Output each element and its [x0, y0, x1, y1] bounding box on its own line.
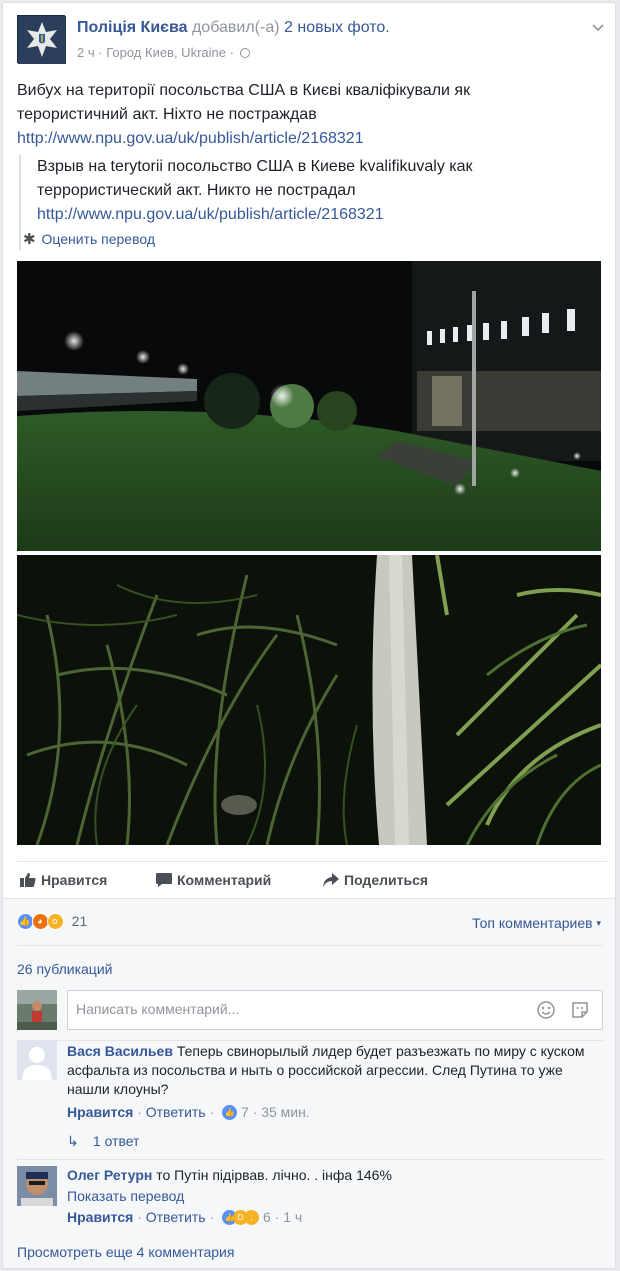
- like-reaction-icon: 👍: [222, 1105, 238, 1120]
- comment-like-link[interactable]: Нравится: [67, 1209, 133, 1225]
- police-star-icon: [18, 16, 66, 64]
- comment-label: Комментарий: [177, 872, 272, 888]
- shares-count[interactable]: 26 публикаций: [17, 961, 112, 977]
- chevron-down-icon[interactable]: [591, 21, 605, 35]
- comment-bubble-icon: [156, 873, 172, 887]
- meta-separator-2: ·: [229, 45, 234, 60]
- reaction-count: 21: [71, 913, 88, 929]
- comment-time[interactable]: 35 мин.: [261, 1104, 310, 1120]
- page-name-link[interactable]: Поліція Києва: [77, 19, 188, 36]
- like-label: Нравится: [41, 872, 108, 888]
- photos-link[interactable]: 2 новых фото.: [284, 19, 390, 36]
- view-more-comments[interactable]: Просмотреть еще 4 комментария: [17, 1244, 234, 1260]
- emoji-icon[interactable]: [536, 1000, 556, 1020]
- post-card: Поліція Києва добавил(-а) 2 новых фото. …: [2, 2, 616, 1269]
- post-photo-2[interactable]: [17, 555, 601, 845]
- comment-author[interactable]: Вася Васильев: [67, 1043, 173, 1059]
- replies-count: 1 ответ: [92, 1133, 140, 1149]
- comment-1: Вася Васильев Теперь свинорылый лидер бу…: [67, 1042, 603, 1122]
- translation-line: террористический акт. Никто не пострадал: [37, 182, 356, 199]
- post-header: Поліція Києва добавил(-а) 2 новых фото. …: [17, 15, 607, 65]
- wink-reaction-icon: ;: [244, 1210, 260, 1225]
- comment-text: то Путін підірвав. лічно. . інфа 146%: [156, 1167, 392, 1183]
- grass-closeup-photo: [17, 555, 601, 845]
- page-avatar[interactable]: [17, 15, 66, 64]
- night-embassy-photo: [17, 261, 601, 551]
- like-button[interactable]: Нравится: [19, 872, 107, 888]
- comment-meta: Нравится · Ответить · 👍 D; 6 · 1 ч: [67, 1209, 303, 1225]
- globe-icon: [239, 48, 250, 58]
- default-avatar: [17, 1040, 57, 1080]
- user-photo: [17, 990, 57, 1030]
- comment-like-link[interactable]: Нравится: [67, 1104, 133, 1120]
- comment-reaction-count[interactable]: 7: [241, 1104, 249, 1120]
- divider: [17, 1159, 603, 1160]
- comments-section: 👍 ◕ o 21 Топ комментариев ▾ 26 публикаци…: [3, 898, 615, 1268]
- replies-link[interactable]: ↳ 1 ответ: [67, 1133, 139, 1150]
- comment-reply-link[interactable]: Ответить: [146, 1104, 206, 1120]
- translation-link[interactable]: http://www.npu.gov.ua/uk/publish/article…: [37, 203, 607, 227]
- show-translation-link[interactable]: Показать перевод: [67, 1187, 603, 1206]
- comment-author[interactable]: Олег Ретурн: [67, 1167, 152, 1183]
- post-photo-1[interactable]: [17, 261, 601, 551]
- commenter-avatar[interactable]: [17, 1166, 57, 1206]
- gear-icon: ✱: [23, 231, 36, 248]
- sticker-icon[interactable]: [570, 1000, 590, 1020]
- meta-separator: ·: [98, 45, 103, 60]
- rate-translation[interactable]: ✱ Оценить перевод: [23, 229, 607, 250]
- post-text-line: Вибух на території посольства США в Києв…: [17, 82, 471, 99]
- translation-block: Взрыв на terytorii посольство США в Киев…: [19, 155, 607, 250]
- wow-reaction-icon: o: [46, 913, 64, 930]
- post-time[interactable]: 2 ч: [77, 45, 95, 60]
- post-text: Вибух на території посольства США в Києв…: [17, 79, 607, 151]
- current-user-avatar[interactable]: [17, 990, 57, 1030]
- post-link[interactable]: http://www.npu.gov.ua/uk/publish/article…: [17, 127, 607, 151]
- comment-input[interactable]: [76, 1001, 516, 1017]
- added-text: добавил(-а): [191, 19, 280, 36]
- comment-input-box[interactable]: [67, 990, 603, 1030]
- post-meta: 2 ч · Город Киев, Ukraine ·: [77, 45, 250, 60]
- post-action-bar: Нравится Комментарий Поделиться: [17, 861, 607, 901]
- post-title-line: Поліція Києва добавил(-а) 2 новых фото.: [77, 19, 390, 37]
- rate-translation-label[interactable]: Оценить перевод: [41, 231, 155, 247]
- share-arrow-icon: [323, 873, 339, 887]
- divider: [17, 945, 603, 946]
- top-comments-label: Топ комментариев: [472, 915, 593, 931]
- share-label: Поделиться: [344, 872, 429, 888]
- thumbs-up-icon: [20, 873, 36, 887]
- comment-reaction-count[interactable]: 6: [263, 1209, 271, 1225]
- share-button[interactable]: Поделиться: [322, 872, 428, 888]
- post-text-line: терористичний акт. Ніхто не постраждав: [17, 106, 317, 123]
- translation-line: Взрыв на terytorii посольство США в Киев…: [37, 158, 473, 175]
- top-comments-dropdown[interactable]: Топ комментариев ▾: [472, 915, 601, 931]
- reactions-summary[interactable]: 👍 ◕ o 21: [17, 913, 87, 930]
- user-photo: [17, 1166, 57, 1206]
- comment-meta: Нравится · Ответить · 👍 7 · 35 мин.: [67, 1104, 310, 1120]
- comment-button[interactable]: Комментарий: [155, 872, 271, 888]
- reply-arrow-icon: ↳: [67, 1133, 79, 1149]
- caret-down-icon: ▾: [596, 918, 601, 928]
- divider: [17, 1040, 603, 1041]
- comment-2: Олег Ретурн то Путін підірвав. лічно. . …: [67, 1166, 603, 1227]
- commenter-avatar[interactable]: [17, 1040, 57, 1080]
- comment-time[interactable]: 1 ч: [283, 1209, 302, 1225]
- comment-reply-link[interactable]: Ответить: [146, 1209, 206, 1225]
- post-location[interactable]: Город Киев, Ukraine: [106, 45, 226, 60]
